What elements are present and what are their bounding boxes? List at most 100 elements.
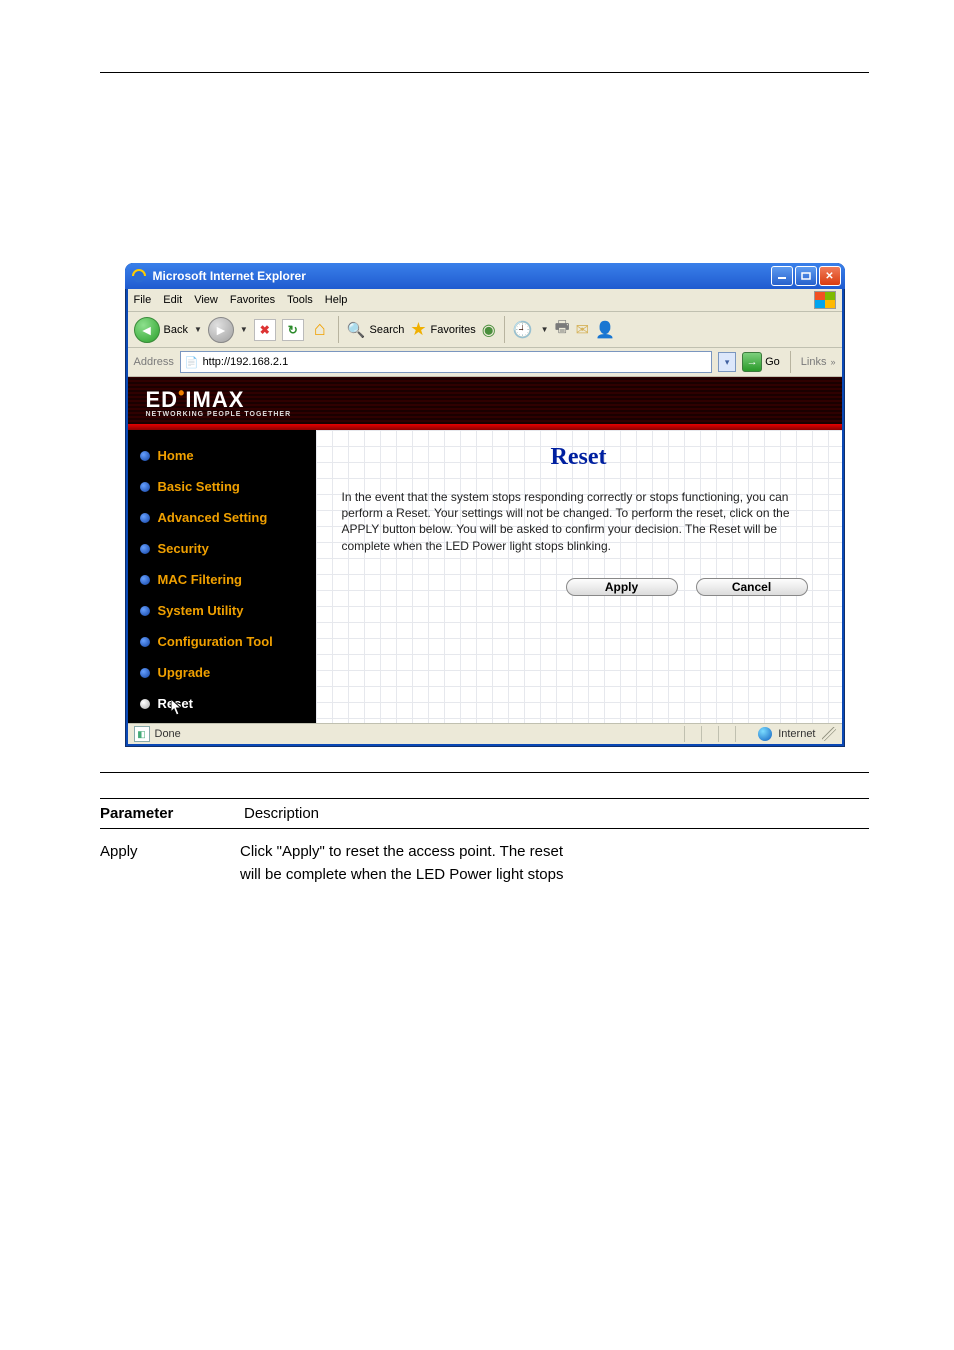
address-bar: Address 📄 http://192.168.2.1 ▾ → Go Link…: [128, 348, 842, 377]
back-button[interactable]: ◄ Back ▼: [134, 317, 202, 343]
chevron-down-icon: ▼: [541, 325, 549, 334]
stop-icon: ✖: [260, 323, 270, 337]
forward-button[interactable]: ► ▼: [208, 317, 248, 343]
col-description: Description: [234, 799, 869, 828]
window-title: Microsoft Internet Explorer: [153, 269, 306, 283]
brand-tagline: NETWORKING PEOPLE TOGETHER: [146, 411, 824, 418]
address-label: Address: [134, 356, 174, 368]
doc-table: Parameter Description: [100, 798, 869, 829]
sidebar-item-label: Security: [158, 541, 209, 556]
sidebar-item-label: Basic Setting: [158, 479, 240, 494]
sidebar-item-configuration-tool[interactable]: Configuration Tool: [128, 626, 316, 657]
table-row: Apply Click "Apply" to reset the access …: [100, 835, 869, 892]
home-button[interactable]: ⌂: [310, 320, 330, 340]
page-heading: Reset: [342, 444, 816, 471]
media-button[interactable]: ◉: [482, 320, 496, 340]
messenger-button[interactable]: 👤: [595, 320, 615, 340]
ie-icon: [131, 268, 147, 284]
back-label: Back: [164, 324, 188, 336]
brand-header: ED•IMAX NETWORKING PEOPLE TOGETHER: [128, 377, 842, 424]
main-panel: Reset In the event that the system stops…: [316, 430, 842, 723]
menu-bar: File Edit View Favorites Tools Help: [128, 289, 842, 312]
cell-description: Click "Apply" to reset the access point.…: [230, 841, 869, 886]
menu-help[interactable]: Help: [325, 294, 348, 306]
history-button[interactable]: 🕘: [513, 320, 533, 340]
bullet-icon: [140, 699, 150, 709]
menu-view[interactable]: View: [194, 294, 218, 306]
home-icon: ⌂: [314, 318, 326, 341]
status-bar: ◧ Done Internet: [128, 723, 842, 744]
security-zone: Internet: [778, 728, 815, 740]
sidebar-item-label: Reset: [158, 696, 193, 711]
refresh-button[interactable]: ↻: [282, 319, 304, 341]
maximize-button[interactable]: [795, 266, 817, 286]
minimize-button[interactable]: [771, 266, 793, 286]
links-label: Links: [801, 356, 827, 368]
globe-icon: [758, 727, 772, 741]
bullet-icon: [140, 544, 150, 554]
bullet-icon: [140, 575, 150, 585]
toolbar: ◄ Back ▼ ► ▼ ✖ ↻ ⌂ 🔍 Search ★ Fa: [128, 312, 842, 348]
print-button[interactable]: 🖶: [555, 316, 570, 343]
browser-window: Microsoft Internet Explorer ✕ File Edit …: [125, 263, 845, 747]
apply-button[interactable]: Apply: [566, 578, 678, 596]
status-text: Done: [155, 728, 181, 740]
go-label: Go: [765, 356, 780, 368]
col-parameter: Parameter: [100, 799, 234, 828]
mail-button[interactable]: ✉: [576, 320, 589, 340]
sidebar-item-advanced-setting[interactable]: Advanced Setting: [128, 502, 316, 533]
favorites-button[interactable]: ★ Favorites: [410, 319, 475, 340]
menu-file[interactable]: File: [134, 294, 152, 306]
cell-parameter: Apply: [100, 841, 230, 886]
title-bar: Microsoft Internet Explorer ✕: [125, 263, 845, 289]
sidebar-item-label: System Utility: [158, 603, 244, 618]
bullet-icon: [140, 451, 150, 461]
bullet-icon: [140, 606, 150, 616]
page-body-text: In the event that the system stops respo…: [342, 489, 816, 554]
favorites-label: Favorites: [431, 324, 476, 336]
bullet-icon: [140, 482, 150, 492]
close-button[interactable]: ✕: [819, 266, 841, 286]
sidebar-item-reset[interactable]: Reset: [128, 688, 316, 719]
bullet-icon: [140, 668, 150, 678]
chevron-down-icon: ▼: [194, 325, 202, 334]
sidebar-item-label: Advanced Setting: [158, 510, 268, 525]
page-icon: ◧: [134, 726, 150, 742]
sidebar-item-upgrade[interactable]: Upgrade: [128, 657, 316, 688]
sidebar-item-home[interactable]: Home: [128, 440, 316, 471]
resize-grip-icon: [822, 727, 836, 741]
chevron-down-icon: ▼: [240, 325, 248, 334]
menu-tools[interactable]: Tools: [287, 294, 313, 306]
rule: [100, 772, 869, 773]
sidebar-item-label: Upgrade: [158, 665, 211, 680]
address-url: http://192.168.2.1: [203, 356, 289, 368]
brand-logo: ED•IMAX NETWORKING PEOPLE TOGETHER: [146, 387, 824, 418]
bullet-icon: [140, 513, 150, 523]
table-header-row: Parameter Description: [100, 798, 869, 829]
search-button[interactable]: 🔍 Search: [347, 321, 405, 339]
sidebar-item-label: Configuration Tool: [158, 634, 273, 649]
links-button[interactable]: Links »: [801, 356, 836, 368]
sidebar-item-label: Home: [158, 448, 194, 463]
menu-favorites[interactable]: Favorites: [230, 294, 275, 306]
star-icon: ★: [410, 319, 426, 340]
menu-edit[interactable]: Edit: [163, 294, 182, 306]
address-dropdown[interactable]: ▾: [718, 352, 736, 372]
sidebar-item-mac-filtering[interactable]: MAC Filtering: [128, 564, 316, 595]
go-icon: →: [742, 352, 762, 372]
cancel-button[interactable]: Cancel: [696, 578, 808, 596]
windows-flag-icon: [814, 291, 836, 309]
sidebar-item-label: MAC Filtering: [158, 572, 243, 587]
search-label: Search: [370, 324, 405, 336]
forward-icon: ►: [208, 317, 234, 343]
page-content: ED•IMAX NETWORKING PEOPLE TOGETHER Home …: [128, 377, 842, 723]
refresh-icon: ↻: [288, 323, 298, 337]
sidebar-nav: Home Basic Setting Advanced Setting Secu…: [128, 430, 316, 723]
sidebar-item-basic-setting[interactable]: Basic Setting: [128, 471, 316, 502]
go-button[interactable]: → Go: [742, 352, 780, 372]
back-icon: ◄: [134, 317, 160, 343]
address-input[interactable]: 📄 http://192.168.2.1: [180, 351, 712, 373]
sidebar-item-system-utility[interactable]: System Utility: [128, 595, 316, 626]
stop-button[interactable]: ✖: [254, 319, 276, 341]
sidebar-item-security[interactable]: Security: [128, 533, 316, 564]
